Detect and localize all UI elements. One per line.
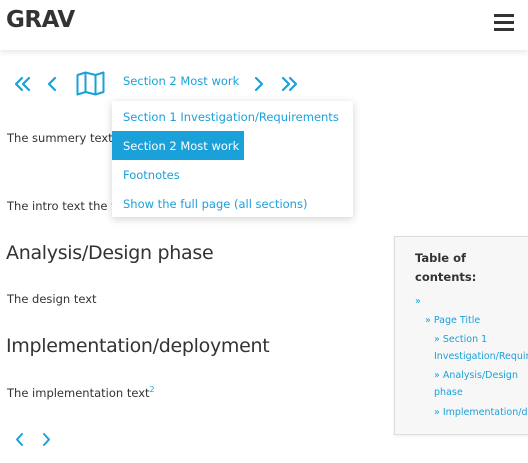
footnote-link[interactable]: 2: [150, 385, 155, 394]
site-logo[interactable]: GRAV: [6, 7, 75, 33]
dropdown-item-section-1[interactable]: Section 1 Investigation/Requirements: [123, 110, 339, 124]
summary-text: The summery text: [7, 131, 113, 145]
toc-link-section-1[interactable]: » Section 1: [434, 331, 487, 348]
implementation-paragraph: The implementation text2: [7, 385, 155, 400]
section-dropdown-menu: Section 1 Investigation/Requirements Sec…: [112, 101, 353, 217]
hamburger-menu-icon[interactable]: [494, 14, 514, 32]
chevron-right-icon[interactable]: [253, 76, 264, 92]
table-of-contents: Table of contents: » » Page Title » Sect…: [394, 236, 528, 435]
map-icon[interactable]: [76, 71, 105, 96]
intro-text: The intro text the w: [7, 199, 121, 213]
prev-page-icon[interactable]: [14, 432, 25, 451]
toc-link-implementation[interactable]: » Implementation/deployment: [434, 404, 528, 421]
next-page-icon[interactable]: [41, 432, 52, 451]
dropdown-item-show-full-page[interactable]: Show the full page (all sections): [123, 197, 307, 211]
toc-link-analysis-design[interactable]: » Analysis/Design: [434, 367, 518, 384]
toc-link-root[interactable]: »: [415, 293, 421, 310]
toc-link-section-1-cont[interactable]: Investigation/Requirements: [434, 348, 528, 365]
double-chevron-right-icon[interactable]: [281, 76, 298, 92]
toc-title: Table of contents:: [415, 251, 477, 284]
dropdown-item-section-2-active[interactable]: Section 2 Most work: [112, 131, 244, 160]
site-header: GRAV: [0, 0, 528, 50]
chevron-left-icon[interactable]: [47, 76, 58, 92]
dropdown-item-label: Section 2 Most work: [123, 139, 240, 153]
toc-link-page-title[interactable]: » Page Title: [425, 312, 480, 329]
implementation-heading: Implementation/deployment: [6, 335, 270, 357]
dropdown-item-footnotes[interactable]: Footnotes: [123, 168, 180, 182]
toc-link-analysis-design-cont[interactable]: phase: [434, 384, 463, 401]
implementation-text: The implementation text: [7, 385, 150, 400]
current-section-toggle[interactable]: Section 2 Most work: [123, 74, 239, 88]
double-chevron-left-icon[interactable]: [14, 76, 31, 92]
analysis-design-heading: Analysis/Design phase: [6, 242, 214, 264]
design-text: The design text: [7, 292, 97, 306]
